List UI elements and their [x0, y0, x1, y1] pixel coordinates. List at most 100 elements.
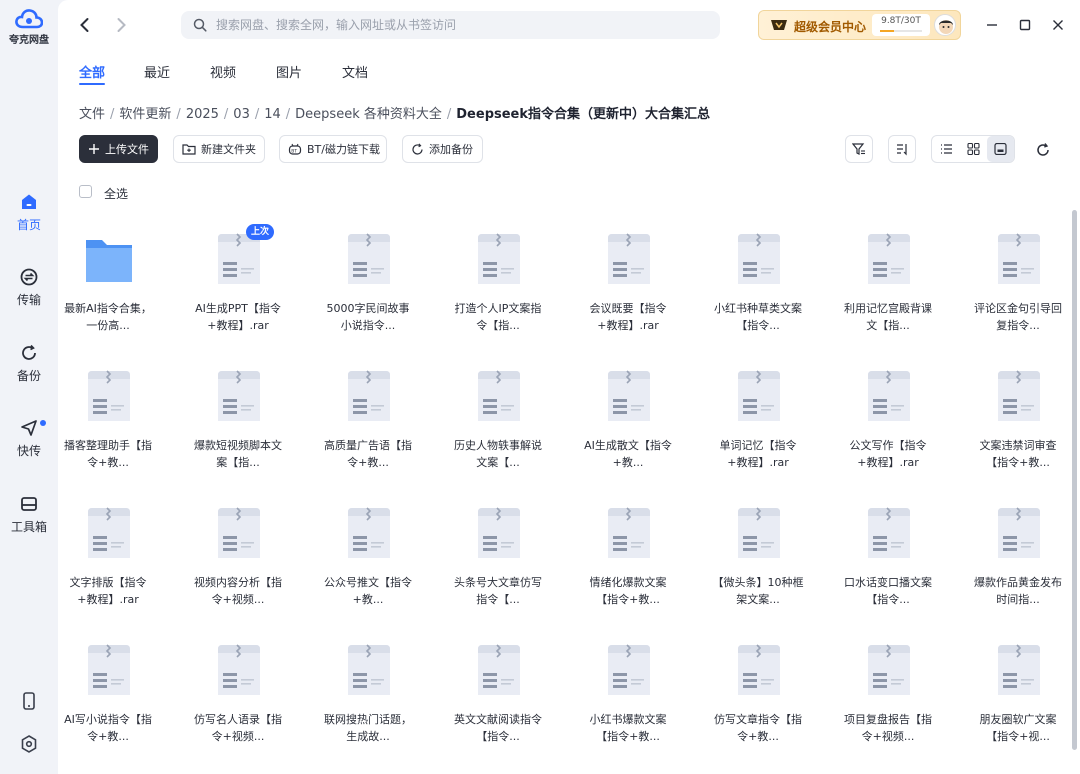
file-item[interactable]: 仿写文章指令【指令+教... — [708, 631, 808, 761]
sidebar-item-transfer[interactable]: 传输 — [0, 267, 58, 308]
quick-send-icon — [21, 420, 37, 436]
file-item[interactable]: 项目复盘报告【指令+视频... — [838, 631, 938, 761]
tab-all[interactable]: 全部 — [79, 62, 106, 85]
search-box[interactable] — [181, 11, 720, 39]
breadcrumb-item[interactable]: Deepseek 各种资料大全 — [295, 107, 442, 122]
thumbnail-view-icon — [994, 143, 1007, 155]
file-name: 评论区金句引导回复指令... — [974, 302, 1062, 332]
file-item[interactable]: 朋友圈软广文案【指令+视... — [968, 631, 1068, 761]
file-item[interactable]: 文案违禁词审查【指令+教... — [968, 357, 1068, 487]
breadcrumb-item[interactable]: 软件更新 — [119, 107, 171, 122]
search-input[interactable] — [216, 11, 706, 39]
file-item[interactable]: 英文文献阅读指令【指令... — [448, 631, 548, 761]
archive-file-icon — [210, 502, 268, 562]
archive-file-icon — [990, 365, 1048, 425]
archive-file-icon — [860, 639, 918, 699]
file-name: AI写小说指令【指令+教... — [64, 713, 152, 743]
archive-file-icon — [80, 502, 138, 562]
file-item[interactable]: 小红书爆款文案【指令+教... — [578, 631, 678, 761]
upload-button[interactable]: 上传文件 — [79, 135, 158, 163]
transfer-icon — [20, 268, 38, 286]
file-item[interactable]: 上次 AI生成PPT【指令+教程】.rar — [188, 220, 288, 350]
upload-button-label: 上传文件 — [105, 143, 149, 156]
add-backup-button[interactable]: 添加备份 — [402, 135, 483, 163]
file-item[interactable]: 仿写名人语录【指令+视频... — [188, 631, 288, 761]
grid-view-button[interactable] — [960, 136, 987, 162]
sidebar-item-backup[interactable]: 备份 — [0, 343, 58, 384]
archive-file-icon — [860, 228, 918, 288]
tab-documents[interactable]: 文档 — [342, 62, 368, 81]
sidebar-item-toolbox[interactable]: 工具箱 — [0, 494, 58, 535]
archive-file-icon — [860, 365, 918, 425]
sidebar-item-label: 工具箱 — [10, 520, 47, 534]
file-item[interactable]: 视频内容分析【指令+视频... — [188, 494, 288, 624]
file-item[interactable]: 口水话变口播文案【指令... — [838, 494, 938, 624]
file-item[interactable]: 公众号推文【指令+教... — [318, 494, 418, 624]
file-item[interactable]: 小红书种草类文案【指令... — [708, 220, 808, 350]
file-item[interactable]: 5000字民间故事小说指令... — [318, 220, 418, 350]
new-folder-button[interactable]: 新建文件夹 — [173, 135, 265, 163]
tab-images[interactable]: 图片 — [276, 62, 302, 81]
file-item[interactable]: 情绪化爆款文案【指令+教... — [578, 494, 678, 624]
folder-item[interactable]: 最新AI指令合集，一份高... — [58, 220, 158, 350]
bt-download-button[interactable]: BT BT/磁力链下载 — [279, 135, 387, 163]
top-bar: 超级会员中心 9.8T/30T — [58, 0, 1080, 50]
avatar[interactable] — [934, 14, 956, 36]
file-item[interactable]: 历史人物轶事解说文案【... — [448, 357, 548, 487]
tab-recent[interactable]: 最近 — [144, 62, 170, 81]
settings-icon[interactable] — [19, 734, 39, 754]
file-item[interactable]: 评论区金句引导回复指令... — [968, 220, 1068, 350]
file-item[interactable]: 播客整理助手【指令+教... — [58, 357, 158, 487]
phone-icon[interactable] — [19, 691, 39, 711]
archive-file-icon — [470, 228, 528, 288]
file-item[interactable]: 爆款作品黄金发布时间指... — [968, 494, 1068, 624]
file-name: 5000字民间故事小说指令... — [326, 302, 410, 332]
refresh-icon[interactable] — [1035, 142, 1051, 158]
sort-button[interactable] — [888, 135, 916, 163]
thumbnail-view-button[interactable] — [987, 136, 1014, 162]
file-item[interactable]: 利用记忆宫殿背课文【指... — [838, 220, 938, 350]
file-item[interactable]: 爆款短视频脚本文案【指... — [188, 357, 288, 487]
select-all-label: 全选 — [104, 187, 129, 201]
file-name: 仿写名人语录【指令+视频... — [194, 713, 282, 743]
list-view-button[interactable] — [933, 136, 960, 162]
breadcrumb-item[interactable]: 14 — [264, 107, 281, 122]
breadcrumb-item[interactable]: 2025 — [186, 107, 219, 122]
sidebar-item-quick-send[interactable]: 快传 — [0, 418, 58, 459]
search-icon — [193, 18, 207, 32]
file-item[interactable]: 文字排版【指令+教程】.rar — [58, 494, 158, 624]
minimize-icon[interactable] — [983, 16, 1001, 34]
archive-file-icon — [340, 365, 398, 425]
forward-arrow-icon[interactable] — [110, 14, 132, 36]
file-name: 朋友圈软广文案【指令+视... — [979, 713, 1057, 743]
archive-file-icon — [210, 639, 268, 699]
tab-video[interactable]: 视频 — [210, 62, 236, 81]
breadcrumb-item[interactable]: 文件 — [79, 107, 105, 122]
file-name: 文字排版【指令+教程】.rar — [69, 576, 147, 606]
vip-center[interactable]: 超级会员中心 9.8T/30T — [758, 10, 961, 40]
plus-icon — [89, 144, 99, 154]
file-item[interactable]: 会议既要【指令+教程】.rar — [578, 220, 678, 350]
svg-text:BT: BT — [291, 148, 297, 154]
file-item[interactable]: 联网搜热门话题，生成故... — [318, 631, 418, 761]
maximize-icon[interactable] — [1016, 16, 1034, 34]
storage-quota[interactable]: 9.8T/30T — [872, 14, 930, 36]
close-icon[interactable] — [1049, 16, 1067, 34]
archive-file-icon — [80, 639, 138, 699]
sidebar-item-home[interactable]: 首页 — [0, 192, 58, 233]
file-item[interactable]: 高质量广告语【指令+教... — [318, 357, 418, 487]
file-item[interactable]: 打造个人IP文案指令【指... — [448, 220, 548, 350]
file-item[interactable]: 【微头条】10种框架文案... — [708, 494, 808, 624]
file-item[interactable]: AI写小说指令【指令+教... — [58, 631, 158, 761]
file-item[interactable]: 头条号大文章仿写指令【... — [448, 494, 548, 624]
app-logo[interactable]: 夸克网盘 — [0, 8, 58, 46]
file-item[interactable]: AI生成散文【指令+教... — [578, 357, 678, 487]
select-all-checkbox[interactable] — [79, 185, 92, 198]
scrollbar[interactable] — [1072, 210, 1077, 750]
file-name: 项目复盘报告【指令+视频... — [844, 713, 932, 743]
filter-button[interactable] — [845, 135, 873, 163]
file-item[interactable]: 公文写作【指令+教程】.rar — [838, 357, 938, 487]
file-item[interactable]: 单词记忆【指令+教程】.rar — [708, 357, 808, 487]
back-arrow-icon[interactable] — [74, 14, 96, 36]
breadcrumb-item[interactable]: 03 — [233, 107, 250, 122]
